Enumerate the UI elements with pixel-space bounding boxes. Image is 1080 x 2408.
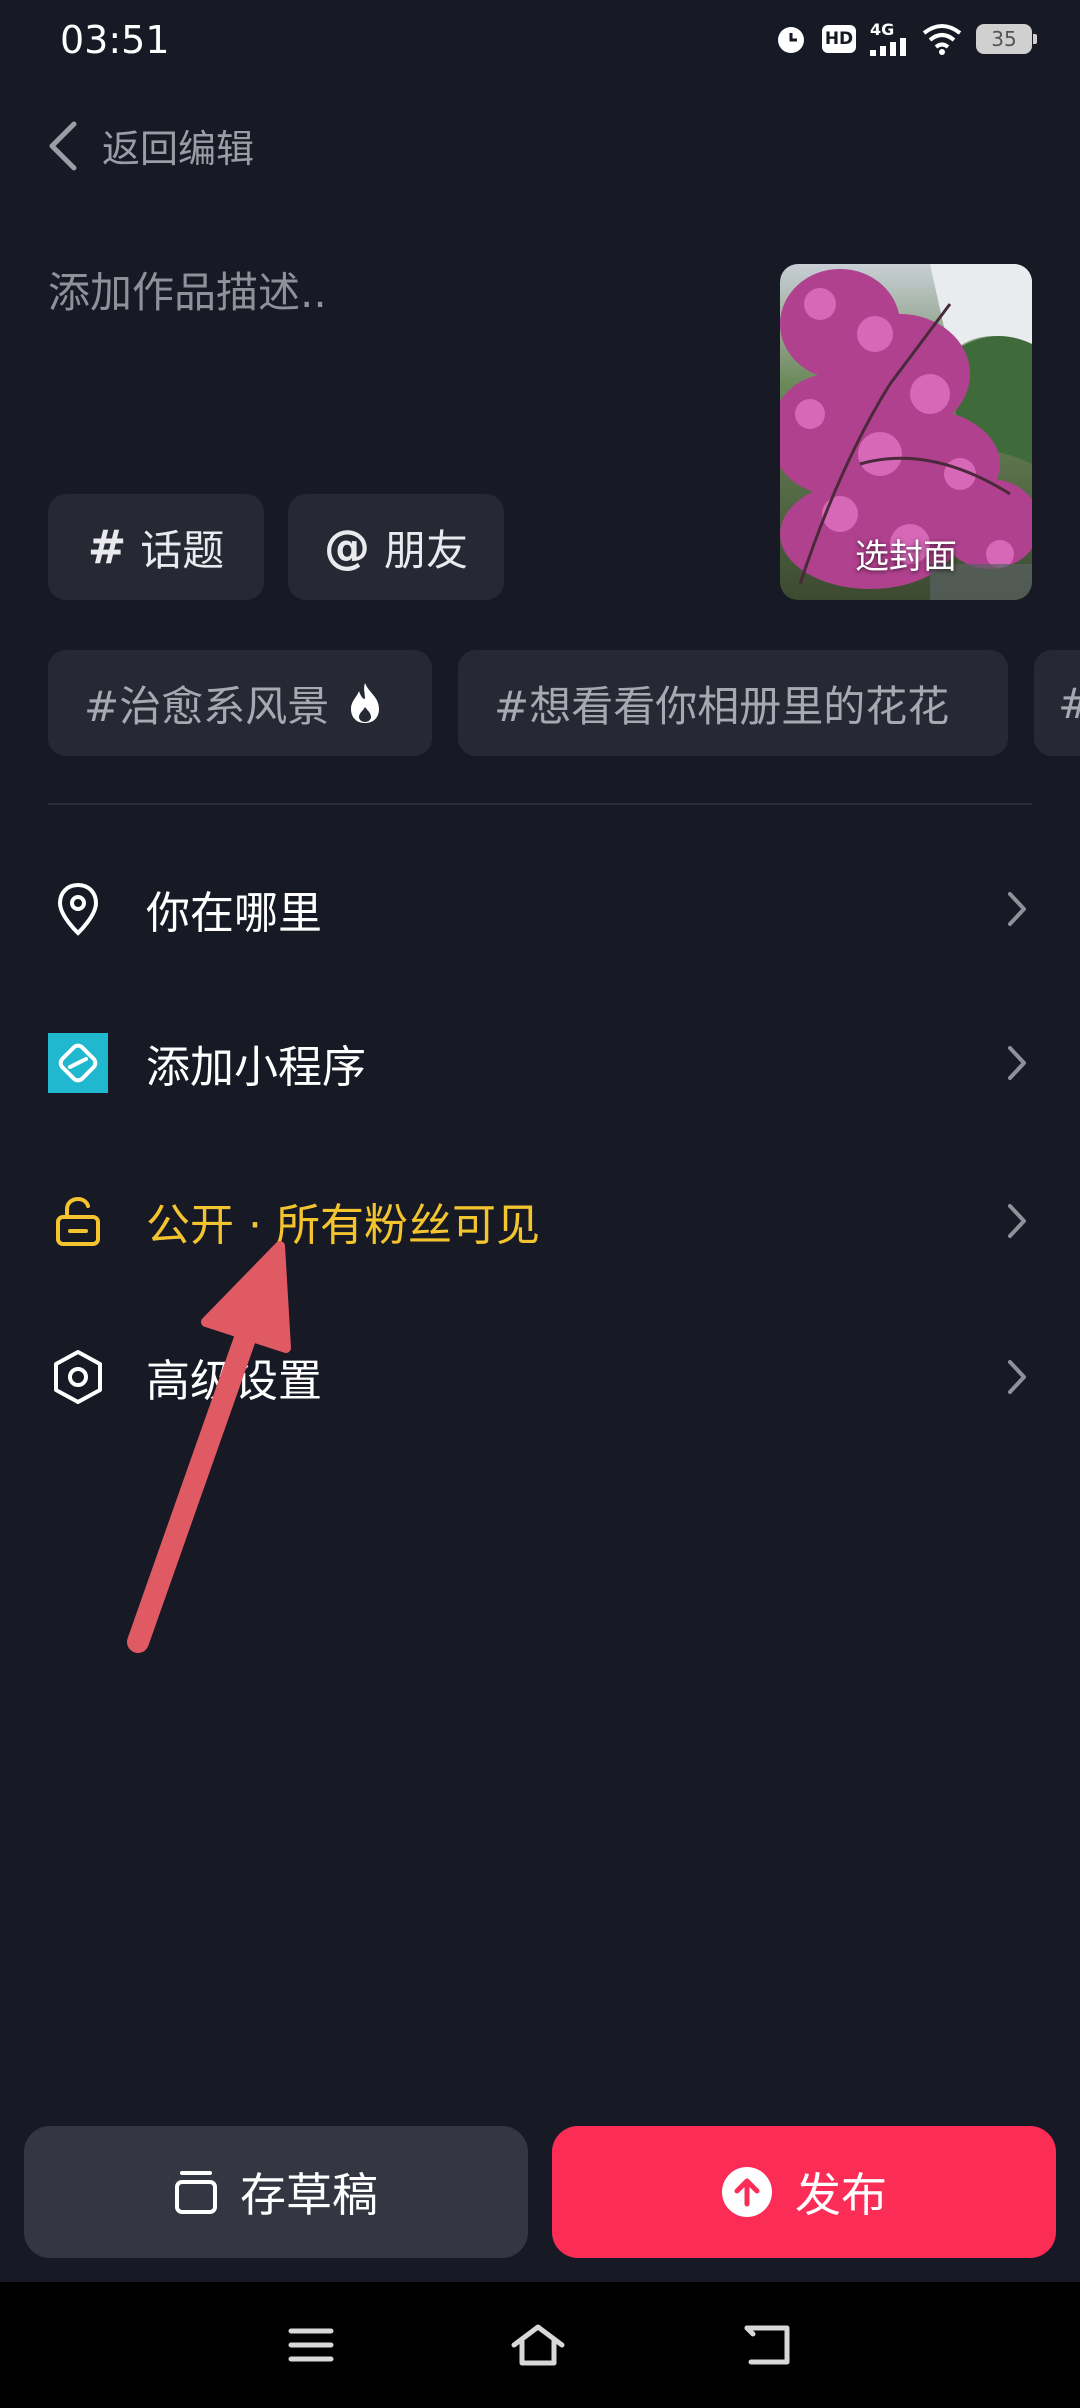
chevron-right-icon — [1002, 1201, 1032, 1241]
chevron-right-icon — [1002, 1043, 1032, 1083]
advanced-settings-label: 高级设置 — [146, 1356, 322, 1407]
tag-suggestion-1[interactable]: #治愈系风景 — [48, 650, 432, 756]
friend-button[interactable]: @ 朋友 — [288, 494, 504, 600]
description-input[interactable] — [48, 268, 748, 317]
save-draft-button[interactable]: 存草稿 — [24, 2126, 528, 2258]
visibility-label: 公开 · 所有粉丝可见 — [146, 1200, 540, 1251]
back-button[interactable]: 返回编辑 — [46, 118, 254, 173]
upload-arrow-icon — [722, 2167, 772, 2217]
status-icons: HD 4G 35 — [774, 20, 1037, 56]
topic-button[interactable]: # 话题 — [48, 494, 264, 600]
location-row[interactable]: 你在哪里 — [48, 854, 1032, 964]
cover-selector[interactable]: 选封面 — [780, 264, 1032, 600]
mini-program-label: 添加小程序 — [146, 1042, 366, 1093]
tag-label: #想看看你相册里的花花 — [494, 681, 950, 731]
location-pin-icon — [48, 879, 108, 939]
cover-label: 选封面 — [855, 537, 957, 577]
save-draft-label: 存草稿 — [240, 2168, 378, 2222]
hd-badge: HD — [822, 25, 856, 53]
home-icon[interactable] — [508, 2321, 568, 2369]
status-time: 03:51 — [60, 18, 170, 62]
signal-icon — [870, 38, 906, 56]
publish-button[interactable]: 发布 — [552, 2126, 1056, 2258]
chevron-right-icon — [1002, 889, 1032, 929]
publish-label: 发布 — [795, 2168, 887, 2222]
advanced-settings-row[interactable]: 高级设置 — [48, 1322, 1032, 1432]
back-nav-icon[interactable] — [741, 2322, 793, 2368]
wifi-icon — [922, 24, 962, 55]
lock-open-icon — [48, 1191, 108, 1251]
chevron-right-icon — [1002, 1357, 1032, 1397]
mini-program-row[interactable]: 添加小程序 — [48, 1008, 1032, 1118]
system-nav-bar — [0, 2282, 1080, 2408]
mini-program-icon — [48, 1033, 108, 1093]
divider — [48, 803, 1032, 805]
tag-label: # — [1058, 679, 1080, 728]
settings-hexagon-icon — [48, 1347, 108, 1407]
battery-icon: 35 — [976, 24, 1037, 54]
fire-icon — [351, 683, 380, 723]
topic-label: 话题 — [140, 525, 225, 575]
friend-label: 朋友 — [383, 525, 468, 575]
back-label: 返回编辑 — [102, 127, 255, 171]
tag-suggestion-3[interactable]: # — [1034, 650, 1080, 756]
at-icon: @ — [323, 520, 370, 574]
draft-box-icon — [175, 2171, 217, 2214]
network-type: 4G — [870, 20, 895, 39]
visibility-row[interactable]: 公开 · 所有粉丝可见 — [48, 1166, 1032, 1276]
location-label: 你在哪里 — [146, 888, 322, 939]
tag-label: #治愈系风景 — [84, 681, 330, 731]
back-icon — [49, 121, 77, 170]
menu-icon[interactable] — [287, 2325, 335, 2365]
alarm-icon — [778, 27, 804, 53]
tag-suggestion-2[interactable]: #想看看你相册里的花花 — [458, 650, 1008, 756]
hash-icon: # — [87, 520, 127, 574]
